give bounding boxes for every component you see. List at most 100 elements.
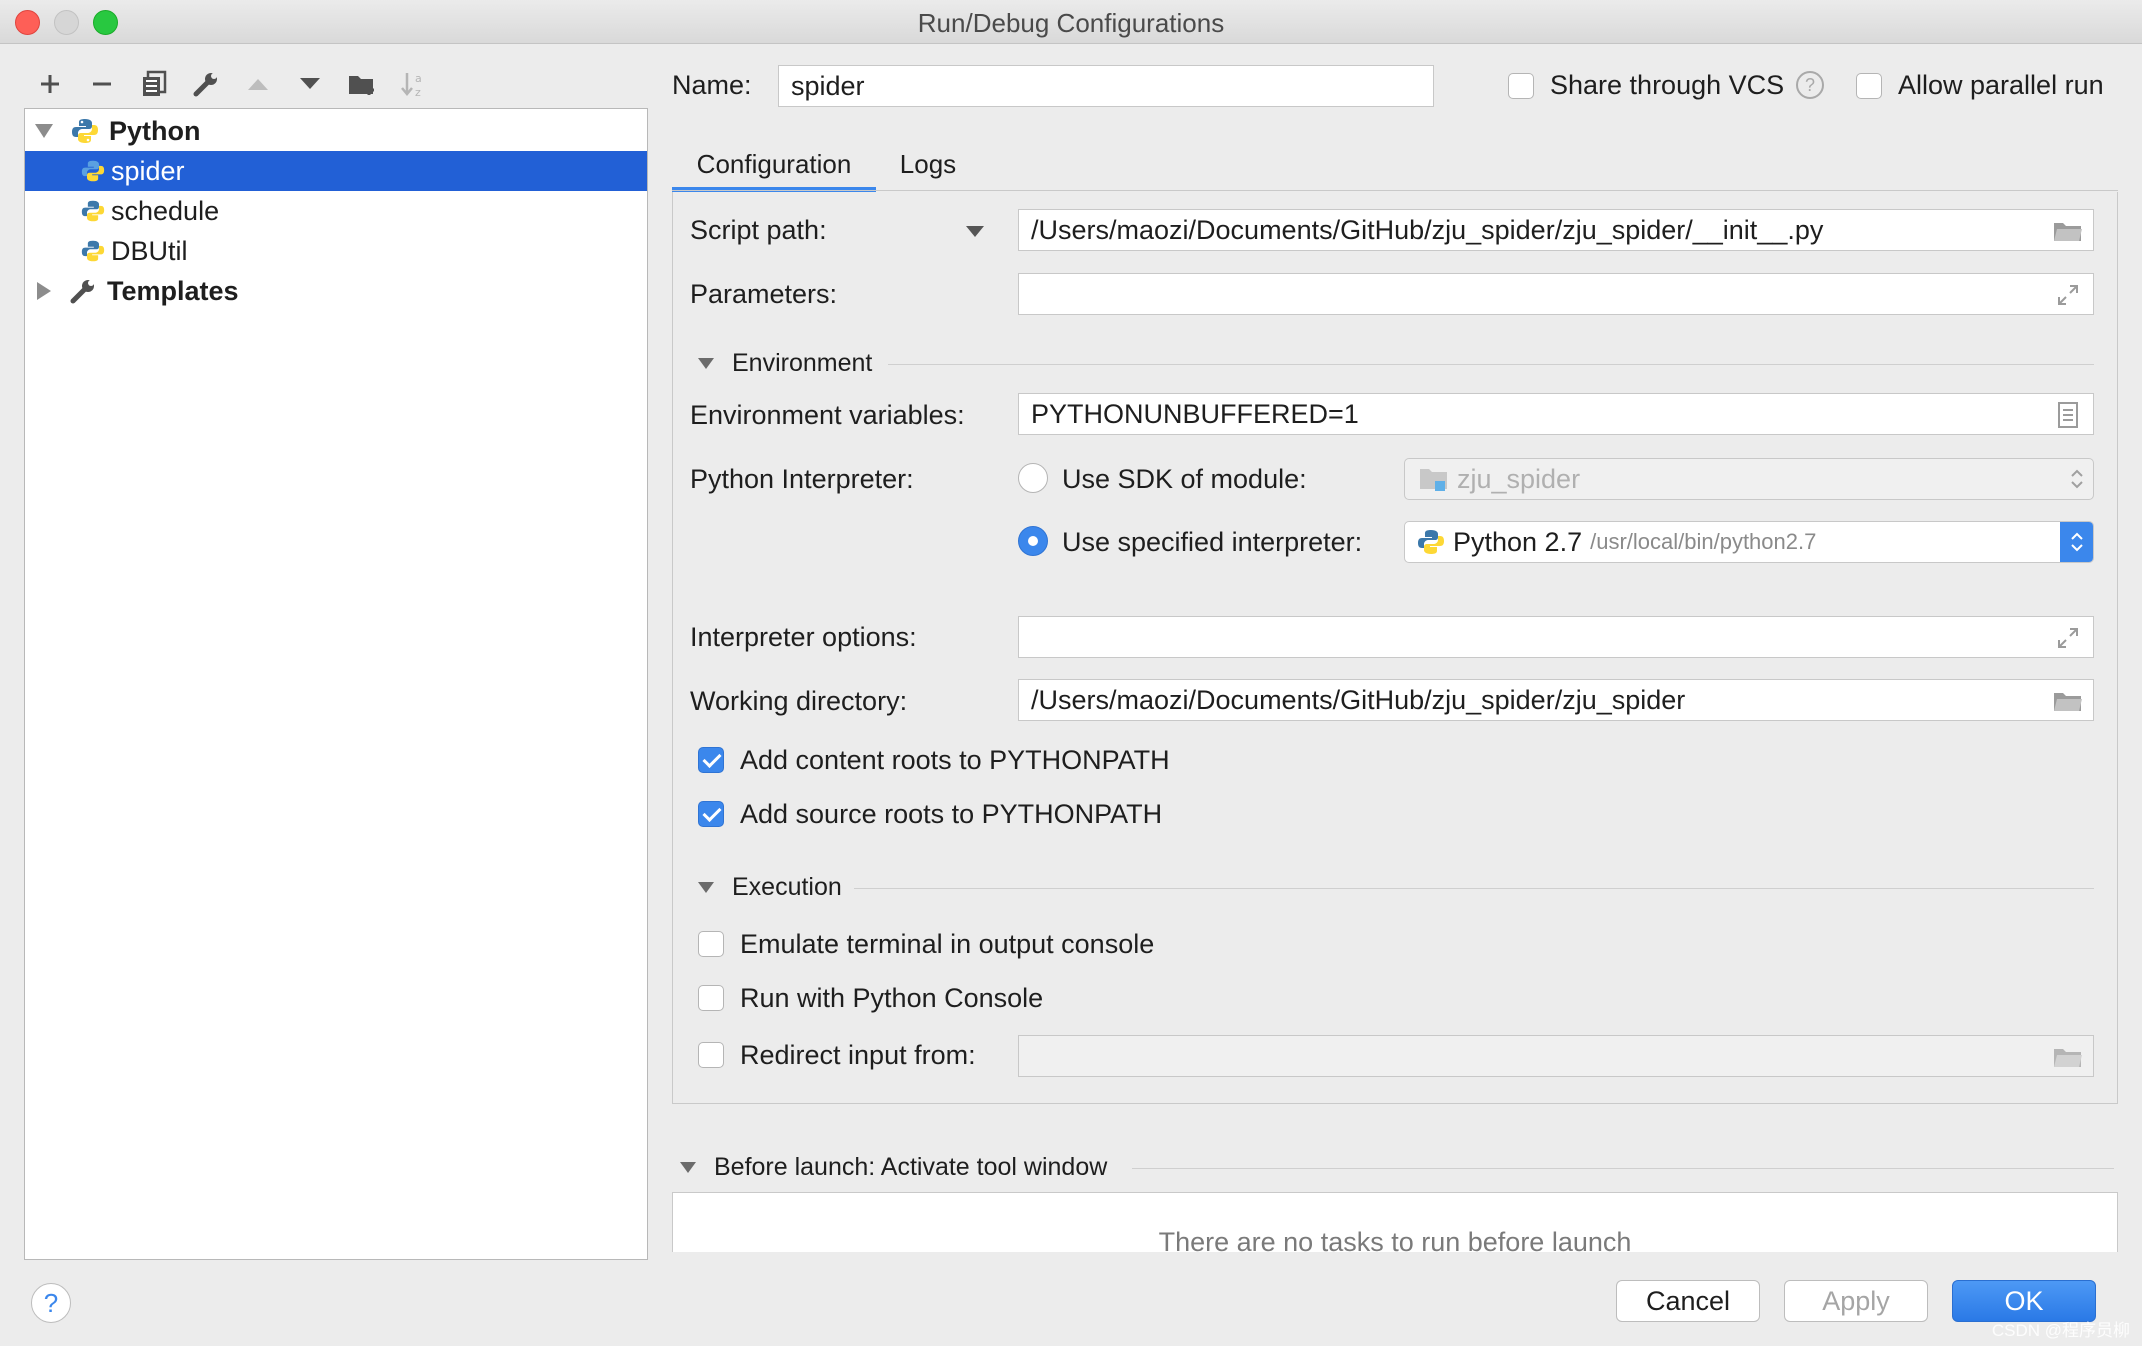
python-logo-icon	[1417, 528, 1445, 556]
sort-icon: az	[394, 64, 434, 104]
share-vcs-label: Share through VCS	[1550, 70, 1785, 100]
tree-item-dbutil[interactable]: DBUtil	[25, 231, 647, 271]
tab-logs[interactable]: Logs	[884, 138, 972, 190]
folder-icon	[2053, 1044, 2083, 1070]
parameters-input[interactable]	[1018, 273, 2094, 315]
name-label: Name:	[672, 70, 752, 100]
script-path-value: /Users/maozi/Documents/GitHub/zju_spider…	[1031, 214, 1824, 245]
tab-divider	[672, 190, 2118, 191]
use-specified-label: Use specified interpreter:	[1062, 527, 1363, 557]
wrench-icon[interactable]	[186, 64, 226, 104]
execution-collapse-icon[interactable]	[698, 882, 714, 893]
python-file-icon	[81, 199, 105, 223]
cancel-button[interactable]: Cancel	[1616, 1280, 1760, 1322]
before-launch-empty-text: There are no tasks to run before launch	[1158, 1227, 1632, 1252]
env-vars-label: Environment variables:	[690, 400, 965, 430]
redirect-input-label: Redirect input from:	[740, 1040, 976, 1070]
redirect-input-checkbox[interactable]	[698, 1042, 724, 1068]
share-vcs-checkbox[interactable]	[1508, 73, 1534, 99]
wrench-icon	[69, 277, 97, 305]
interpreter-path: /usr/local/bin/python2.7	[1590, 529, 1817, 554]
tree-item-spider[interactable]: spider	[25, 151, 647, 191]
section-divider	[888, 364, 2094, 365]
help-button[interactable]: ?	[31, 1283, 71, 1323]
expand-icon[interactable]	[2053, 282, 2083, 308]
working-directory-value: /Users/maozi/Documents/GitHub/zju_spider…	[1031, 684, 1686, 715]
emulate-terminal-checkbox[interactable]	[698, 931, 724, 957]
add-source-roots-checkbox[interactable]	[698, 801, 724, 827]
use-sdk-label: Use SDK of module:	[1062, 464, 1307, 494]
python-logo-icon	[71, 117, 99, 145]
use-sdk-radio[interactable]	[1018, 463, 1048, 493]
tree-item-label: DBUtil	[111, 235, 188, 266]
help-icon[interactable]: ?	[1796, 71, 1824, 99]
environment-section-title: Environment	[732, 349, 873, 377]
select-arrows-icon	[2060, 459, 2093, 499]
window-title: Run/Debug Configurations	[917, 8, 1225, 38]
interpreter-name: Python 2.7	[1453, 526, 1583, 557]
add-icon[interactable]	[30, 64, 70, 104]
working-directory-label: Working directory:	[690, 686, 908, 716]
allow-parallel-checkbox[interactable]	[1856, 73, 1882, 99]
move-up-icon	[238, 64, 278, 104]
add-content-roots-checkbox[interactable]	[698, 747, 724, 773]
collapse-arrow-icon[interactable]	[37, 282, 51, 300]
expand-arrow-icon[interactable]	[35, 124, 53, 138]
name-input[interactable]: spider	[778, 65, 1434, 107]
before-launch-task-list[interactable]: There are no tasks to run before launch	[672, 1192, 2118, 1252]
section-divider	[1132, 1168, 2114, 1169]
tree-group-templates[interactable]: Templates	[25, 271, 647, 311]
tree-item-schedule[interactable]: schedule	[25, 191, 647, 231]
emulate-terminal-label: Emulate terminal in output console	[740, 929, 1155, 959]
svg-text:z: z	[415, 86, 421, 99]
interpreter-options-input[interactable]	[1018, 616, 2094, 658]
run-with-console-label: Run with Python Console	[740, 983, 1044, 1013]
module-folder-icon	[1419, 466, 1449, 492]
interpreter-select[interactable]: Python 2.7 /usr/local/bin/python2.7	[1404, 521, 2094, 563]
move-down-icon[interactable]	[290, 64, 330, 104]
remove-icon[interactable]	[82, 64, 122, 104]
working-directory-input[interactable]: /Users/maozi/Documents/GitHub/zju_spider…	[1018, 679, 2094, 721]
folder-icon[interactable]	[2053, 688, 2083, 714]
python-file-icon	[81, 159, 105, 183]
tab-configuration[interactable]: Configuration	[672, 138, 876, 192]
section-divider	[854, 888, 2094, 889]
python-file-icon	[81, 239, 105, 263]
tree-item-label: spider	[111, 155, 185, 186]
redirect-input-field	[1018, 1035, 2094, 1077]
watermark: CSDN @程序员柳	[1991, 1321, 2130, 1340]
folder-icon[interactable]	[2053, 218, 2083, 244]
copy-icon[interactable]	[134, 64, 174, 104]
tree-group-label: Python	[109, 115, 201, 146]
configuration-tree[interactable]: Python spider schedule DBUtil Templates	[24, 108, 648, 1260]
script-path-type-dropdown[interactable]	[966, 226, 984, 237]
add-content-roots-label: Add content roots to PYTHONPATH	[740, 745, 1170, 775]
env-vars-input[interactable]: PYTHONUNBUFFERED=1	[1018, 393, 2094, 435]
script-path-input[interactable]: /Users/maozi/Documents/GitHub/zju_spider…	[1018, 209, 2094, 251]
add-source-roots-label: Add source roots to PYTHONPATH	[740, 799, 1163, 829]
expand-icon[interactable]	[2053, 625, 2083, 651]
use-specified-interpreter-radio[interactable]	[1018, 526, 1048, 556]
sdk-module-value: zju_spider	[1457, 463, 1581, 494]
execution-section-title: Execution	[732, 873, 842, 901]
env-vars-value: PYTHONUNBUFFERED=1	[1031, 398, 1359, 429]
title-bar: Run/Debug Configurations	[0, 0, 2142, 44]
allow-parallel-label: Allow parallel run	[1898, 70, 2104, 100]
svg-text:a: a	[415, 72, 422, 85]
sdk-module-select: zju_spider	[1404, 458, 2094, 500]
tree-item-label: schedule	[111, 195, 220, 226]
select-arrows-icon[interactable]	[2060, 522, 2093, 562]
python-interpreter-label: Python Interpreter:	[690, 464, 914, 494]
interpreter-options-label: Interpreter options:	[690, 622, 917, 652]
before-launch-collapse-icon[interactable]	[680, 1162, 696, 1173]
parameters-label: Parameters:	[690, 279, 838, 309]
browse-env-icon[interactable]	[2053, 402, 2083, 428]
before-launch-title: Before launch: Activate tool window	[714, 1153, 1108, 1181]
tree-group-python[interactable]: Python	[25, 111, 647, 151]
run-with-console-checkbox[interactable]	[698, 985, 724, 1011]
run-debug-configurations-window: Run/Debug Configurations az Python spide…	[0, 0, 2142, 1346]
environment-collapse-icon[interactable]	[698, 358, 714, 369]
tree-group-label: Templates	[107, 275, 239, 306]
new-folder-icon[interactable]	[342, 64, 382, 104]
apply-button: Apply	[1784, 1280, 1928, 1322]
